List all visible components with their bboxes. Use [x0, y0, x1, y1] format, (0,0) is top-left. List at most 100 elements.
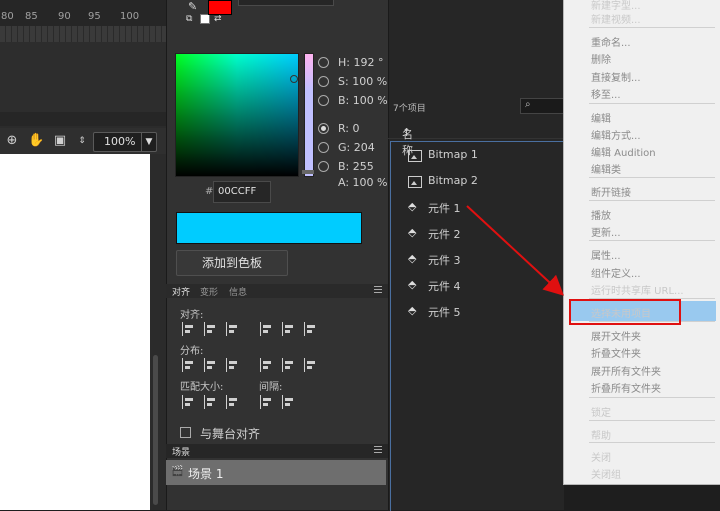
color-saturation-field[interactable]: [175, 53, 299, 177]
stage-scroll-thumb[interactable]: [153, 355, 158, 505]
value-b[interactable]: 100 %: [353, 94, 388, 107]
library-search-input[interactable]: ⌕: [520, 98, 566, 114]
align-vcenter-icon[interactable]: [282, 322, 296, 336]
value-r[interactable]: 0: [353, 122, 360, 135]
distribute-top-icon[interactable]: [182, 358, 196, 372]
pencil-icon[interactable]: ✎: [188, 0, 197, 13]
label-blue: B:: [338, 160, 350, 173]
align-right-icon[interactable]: [226, 322, 240, 336]
context-menu-item[interactable]: 折叠文件夹: [591, 345, 641, 360]
color-value-r[interactable]: R: 0: [318, 122, 388, 136]
context-menu-item[interactable]: 运行时共享库 URL...: [591, 282, 684, 297]
color-type-field[interactable]: [238, 0, 334, 6]
library-list[interactable]: Bitmap 1 Bitmap 2 ⬘ 元件 1 ⬘ 元件 2 ⬘ 元件 3 ⬘…: [390, 141, 563, 511]
align-bottom-icon[interactable]: [304, 322, 318, 336]
context-menu-item[interactable]: 移至...: [591, 86, 621, 101]
value-a[interactable]: 100 %: [353, 176, 388, 189]
clip-stage-icon[interactable]: ▣: [52, 133, 68, 149]
radio-h[interactable]: [318, 57, 329, 68]
checkbox-box[interactable]: [180, 427, 191, 438]
context-menu-item[interactable]: 更新...: [591, 224, 621, 239]
match-both-icon[interactable]: [226, 395, 240, 409]
radio-g[interactable]: [318, 142, 329, 153]
context-menu-item[interactable]: 展开文件夹: [591, 328, 641, 343]
hue-slider-knob[interactable]: [302, 170, 314, 174]
radio-blue[interactable]: [318, 161, 329, 172]
align-left-icon[interactable]: [182, 322, 196, 336]
swap-arrows-icon[interactable]: ⇄: [214, 14, 222, 24]
hex-input[interactable]: 00CCFF: [213, 181, 271, 203]
radio-r[interactable]: [318, 123, 329, 134]
tab-scene[interactable]: 场景: [172, 445, 190, 458]
radio-s[interactable]: [318, 76, 329, 87]
hue-slider[interactable]: [304, 53, 314, 177]
value-g[interactable]: 204: [354, 141, 375, 154]
current-color-swatch[interactable]: [176, 212, 362, 244]
context-menu-item[interactable]: 新建视频...: [591, 11, 641, 26]
color-value-b[interactable]: B: 100 %: [318, 94, 388, 108]
distribute-left-icon[interactable]: [260, 358, 274, 372]
context-menu-item[interactable]: 帮助: [591, 427, 611, 442]
timeline-layers[interactable]: [0, 42, 166, 113]
context-menu-item[interactable]: 编辑: [591, 110, 611, 125]
context-menu-item[interactable]: 重命名...: [591, 34, 631, 49]
swap-colors-icon[interactable]: ⧉: [186, 14, 192, 24]
sort-arrow-icon[interactable]: ↑: [402, 126, 411, 139]
context-menu-item[interactable]: 属性...: [591, 247, 621, 262]
distribute-bottom-icon[interactable]: [226, 358, 240, 372]
value-blue[interactable]: 255: [353, 160, 374, 173]
label-g: G:: [338, 141, 351, 154]
tab-transform[interactable]: 变形: [200, 285, 218, 298]
color-value-h[interactable]: H: 192 °: [318, 56, 388, 70]
context-menu-item[interactable]: 锁定: [591, 404, 611, 419]
panel-menu-icon[interactable]: [374, 446, 382, 454]
add-to-swatches-button[interactable]: 添加到色板: [176, 250, 288, 276]
space-horizontal-icon[interactable]: [282, 395, 296, 409]
stage-canvas[interactable]: [0, 154, 150, 510]
hand-tool-icon[interactable]: ✋: [28, 133, 44, 149]
tab-align[interactable]: 对齐: [172, 285, 190, 298]
distribute-hcenter-icon[interactable]: [282, 358, 296, 372]
color-value-g[interactable]: G: 204: [318, 141, 388, 155]
timeline-ruler[interactable]: 80 85 90 95 100: [0, 0, 166, 26]
color-value-blue[interactable]: B: 255: [318, 160, 388, 174]
align-hcenter-icon[interactable]: [204, 322, 218, 336]
color-value-s[interactable]: S: 100 %: [318, 75, 388, 89]
fill-color-swatch[interactable]: [208, 0, 232, 15]
color-value-a[interactable]: A: 100 %: [318, 176, 388, 190]
context-menu-item[interactable]: 关闭组: [591, 466, 621, 481]
distribute-vcenter-icon[interactable]: [204, 358, 218, 372]
context-menu-item[interactable]: 编辑 Audition: [591, 144, 656, 159]
zoom-select[interactable]: 100% ▼: [93, 132, 157, 152]
context-menu-item[interactable]: 播放: [591, 207, 611, 222]
timeline-scrollbar[interactable]: [0, 112, 166, 126]
value-h[interactable]: 192 °: [353, 56, 383, 69]
no-color-icon[interactable]: [200, 14, 210, 24]
align-top-icon[interactable]: [260, 322, 274, 336]
context-menu-item[interactable]: 编辑类: [591, 161, 621, 176]
context-menu-item[interactable]: 折叠所有文件夹: [591, 380, 661, 395]
context-menu-item[interactable]: 展开所有文件夹: [591, 363, 661, 378]
match-width-icon[interactable]: [182, 395, 196, 409]
tab-info[interactable]: 信息: [229, 285, 247, 298]
library-item-name: 元件 3: [428, 254, 461, 267]
chevron-down-icon[interactable]: ▼: [141, 133, 156, 151]
color-picker-cursor[interactable]: [290, 75, 298, 83]
context-menu-item[interactable]: 关闭: [591, 449, 611, 464]
space-vertical-icon[interactable]: [260, 395, 274, 409]
distribute-right-icon[interactable]: [304, 358, 318, 372]
match-height-icon[interactable]: [204, 395, 218, 409]
panel-menu-icon[interactable]: [374, 286, 382, 294]
rotate-stepper-icon[interactable]: ⇕: [74, 133, 90, 149]
timeline-frames[interactable]: [0, 26, 166, 42]
scene-row[interactable]: 🎬 场景 1: [166, 460, 386, 485]
context-menu-item[interactable]: 编辑方式...: [591, 127, 641, 142]
context-menu-item[interactable]: 组件定义...: [591, 265, 641, 280]
move-cross-icon[interactable]: ⊕: [4, 133, 20, 149]
context-menu-item[interactable]: 直接复制...: [591, 69, 641, 84]
context-menu-item[interactable]: 删除: [591, 51, 611, 66]
radio-b[interactable]: [318, 95, 329, 106]
library-column-header[interactable]: 名称 ↑: [388, 118, 563, 157]
value-s[interactable]: 100 %: [352, 75, 387, 88]
context-menu-item[interactable]: 断开链接: [591, 184, 631, 199]
